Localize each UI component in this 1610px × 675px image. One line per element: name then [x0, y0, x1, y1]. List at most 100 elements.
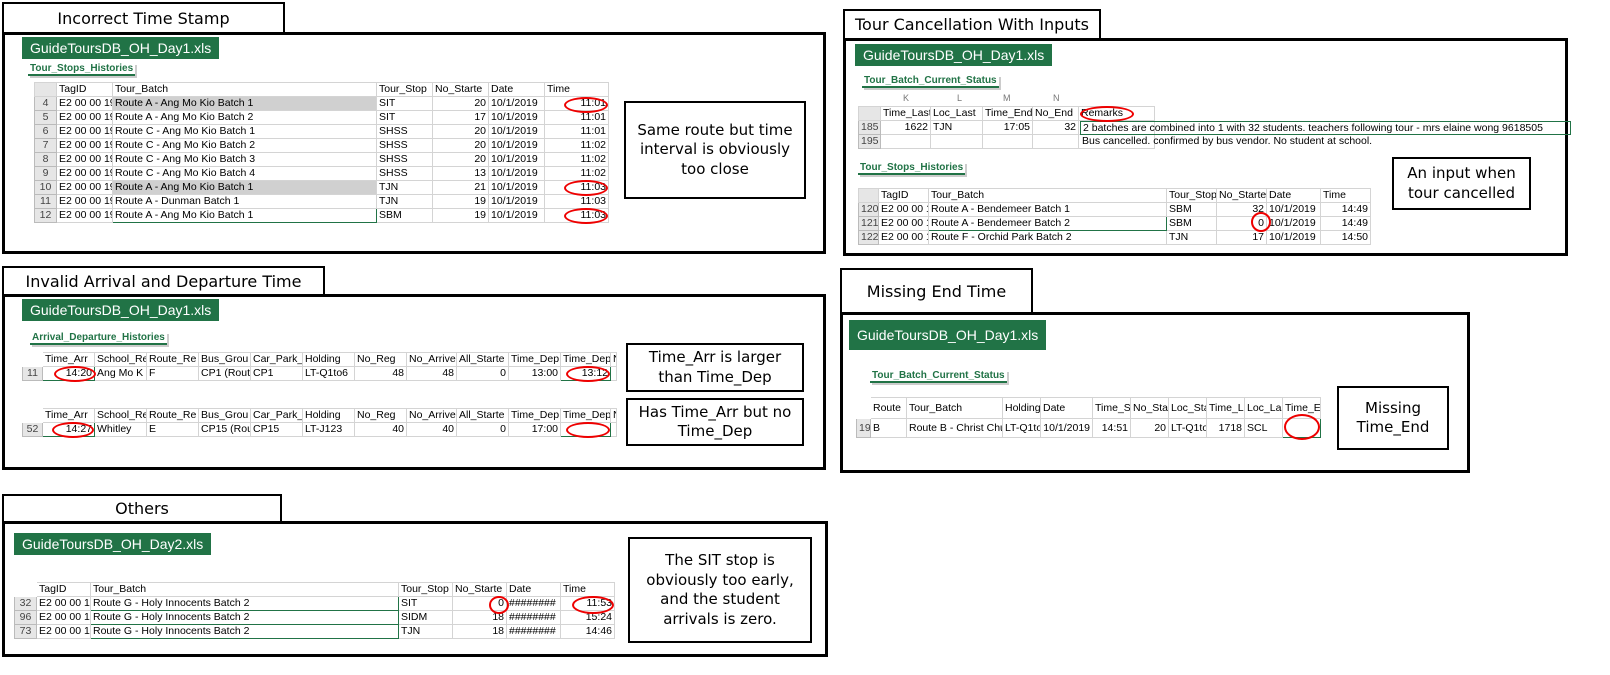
cell[interactable]: CP1 (Rout	[198, 366, 251, 381]
cell[interactable]: 40	[354, 422, 407, 437]
table-row[interactable]: 73 E2 00 00 19 Route G - Holy Innocents …	[14, 624, 615, 639]
cell[interactable]: E	[146, 422, 199, 437]
remark-cell[interactable]: 2 batches are combined into 1 with 32 st…	[1080, 121, 1571, 135]
cell[interactable]: 48	[354, 366, 407, 381]
cell[interactable]: B	[870, 418, 907, 438]
cell[interactable]: SHSS	[376, 138, 433, 153]
table-row[interactable]: 96 E2 00 00 19 Route G - Holy Innocents …	[14, 610, 615, 625]
cell[interactable]: Route G - Holy Innocents Batch 2	[90, 610, 399, 625]
cell[interactable]: Route C - Ang Mo Kio Batch 2	[112, 138, 377, 153]
cell[interactable]: E2 00 00 19	[36, 624, 91, 639]
cell[interactable]: 18	[452, 624, 507, 639]
cell[interactable]: E2 00 00 19	[56, 152, 113, 167]
table-row[interactable]: 7 E2 00 00 19 Route C - Ang Mo Kio Batch…	[34, 138, 609, 153]
cell[interactable]: Route G - Holy Innocents Batch 2	[90, 596, 399, 611]
cell[interactable]: 10/1/2019	[488, 180, 545, 195]
cell[interactable]: 1718	[1206, 418, 1245, 438]
cell[interactable]: 10/1/2019	[488, 152, 545, 167]
cell[interactable]: E2 00 00 19	[56, 138, 113, 153]
cell[interactable]: 20	[432, 138, 489, 153]
cell[interactable]: Whitley	[94, 422, 147, 437]
cell[interactable]: SHSS	[376, 152, 433, 167]
table-row[interactable]: 11 14:20 Ang Mo K F CP1 (Rout CP1 LT-Q1t…	[22, 366, 617, 381]
cell[interactable]: SIT	[376, 96, 433, 111]
cell[interactable]: 17	[432, 110, 489, 125]
cell[interactable]: Route A - Dunman Batch 1	[112, 194, 377, 209]
cell[interactable]	[880, 134, 931, 149]
cell[interactable]: TJN	[376, 180, 433, 195]
cell[interactable]: 0	[456, 366, 509, 381]
cell[interactable]: E2 00 00 19	[56, 96, 113, 111]
cell[interactable]: 14:46	[560, 624, 615, 639]
cell[interactable]: ########	[506, 596, 561, 611]
cell[interactable]: CP1	[250, 366, 303, 381]
cell[interactable]: 14:49	[1320, 216, 1371, 231]
cell[interactable]: SBM	[1166, 216, 1217, 231]
cell[interactable]: 17	[1216, 230, 1267, 245]
cell[interactable]: TJN	[930, 120, 983, 135]
cell[interactable]: 1622	[880, 120, 931, 135]
cell[interactable]	[610, 422, 617, 437]
cell[interactable]: Route B - Christ Church Bat	[906, 418, 1003, 438]
cell[interactable]: 14:50	[1320, 230, 1371, 245]
table-row[interactable]: 12 E2 00 00 19 Route A - Ang Mo Kio Batc…	[34, 208, 609, 223]
cell[interactable]: Route G - Holy Innocents Batch 2	[90, 624, 399, 639]
table-row[interactable]: 122 E2 00 00 19 Route F - Orchid Park Ba…	[858, 230, 1371, 245]
cell[interactable]: Route C - Ang Mo Kio Batch 3	[112, 152, 377, 167]
cell[interactable]: TJN	[1166, 230, 1217, 245]
cell[interactable]: E2 00 00 19	[56, 110, 113, 125]
cell[interactable]: 11:02	[544, 152, 609, 167]
table-row[interactable]: 120 E2 00 00 19 Route A - Bendemeer Batc…	[858, 202, 1371, 217]
table-row[interactable]: 197 B Route B - Christ Church Bat LT-Q1t…	[856, 418, 1321, 438]
cell[interactable]: 48	[406, 366, 457, 381]
cell[interactable]: 10/1/2019	[1266, 202, 1321, 217]
cell[interactable]	[930, 134, 983, 149]
table-row[interactable]: 10 E2 00 00 19 Route A - Ang Mo Kio Batc…	[34, 180, 609, 195]
cell[interactable]: 11:01	[544, 124, 609, 139]
cell[interactable]: Route A - Bendemeer Batch 2	[928, 216, 1167, 231]
cell[interactable]: SBM	[376, 208, 433, 223]
sheet-tab[interactable]: Arrival_Departure_Histories	[30, 332, 167, 345]
sheet-tab[interactable]: Tour_Batch_Current_Status	[870, 370, 1007, 383]
sheet-tab[interactable]: Tour_Stops_Histories	[858, 162, 966, 175]
cell[interactable]: E2 00 00 19	[56, 180, 113, 195]
cell[interactable]: Ang Mo K	[94, 366, 147, 381]
cell[interactable]: E2 00 00 19	[56, 124, 113, 139]
cell[interactable]	[982, 134, 1033, 149]
table-row[interactable]: 4 E2 00 00 19 Route A - Ang Mo Kio Batch…	[34, 96, 609, 111]
cell[interactable]: Route A - Ang Mo Kio Batch 1	[112, 180, 377, 195]
cell[interactable]: 11:03	[544, 194, 609, 209]
cell[interactable]: E2 00 00 19	[878, 202, 929, 217]
cell[interactable]: E2 00 00 19	[878, 230, 929, 245]
cell[interactable]: ########	[506, 624, 561, 639]
cell[interactable]: 13	[432, 166, 489, 181]
sheet-tab[interactable]: Tour_Stops_Histories	[28, 63, 136, 76]
cell[interactable]: E2 00 00 19	[56, 208, 113, 223]
cell[interactable]: E2 00 00 19	[36, 610, 91, 625]
table-row[interactable]: 52 14:27 Whitley E CP15 (Rou CP15 LT-J12…	[22, 422, 617, 437]
table-row[interactable]: 5 E2 00 00 19 Route A - Ang Mo Kio Batch…	[34, 110, 609, 125]
cell[interactable]: 20	[432, 96, 489, 111]
cell[interactable]: 17:05	[982, 120, 1033, 135]
cell[interactable]: 10/1/2019	[1266, 230, 1321, 245]
cell[interactable]: 10/1/2019	[488, 110, 545, 125]
cell[interactable]: LT-Q1to6	[302, 366, 355, 381]
cell[interactable]: 19	[432, 194, 489, 209]
cell[interactable]: Route A - Bendemeer Batch 1	[928, 202, 1167, 217]
table-row[interactable]: 121 E2 00 00 19 Route A - Bendemeer Batc…	[858, 216, 1371, 231]
cell[interactable]: 11:01	[544, 110, 609, 125]
cell[interactable]: E2 00 00 19	[36, 596, 91, 611]
cell[interactable]: 10/1/2019	[488, 166, 545, 181]
cell[interactable]: SIT	[398, 596, 453, 611]
cell[interactable]: CP15 (Rou	[198, 422, 251, 437]
cell[interactable]: 40	[406, 422, 457, 437]
table-row[interactable]: 9 E2 00 00 19 Route C - Ang Mo Kio Batch…	[34, 166, 609, 181]
cell[interactable]: Route C - Ang Mo Kio Batch 4	[112, 166, 377, 181]
cell[interactable]: F	[146, 366, 199, 381]
cell[interactable]: 10/1/2019	[1266, 216, 1321, 231]
cell[interactable]: Route A - Ang Mo Kio Batch 1	[112, 96, 377, 111]
sheet-tab[interactable]: Tour_Batch_Current_Status	[862, 75, 999, 88]
cell[interactable]: LT-J123	[302, 422, 355, 437]
cell[interactable]: SHSS	[376, 124, 433, 139]
cell[interactable]: ########	[506, 610, 561, 625]
